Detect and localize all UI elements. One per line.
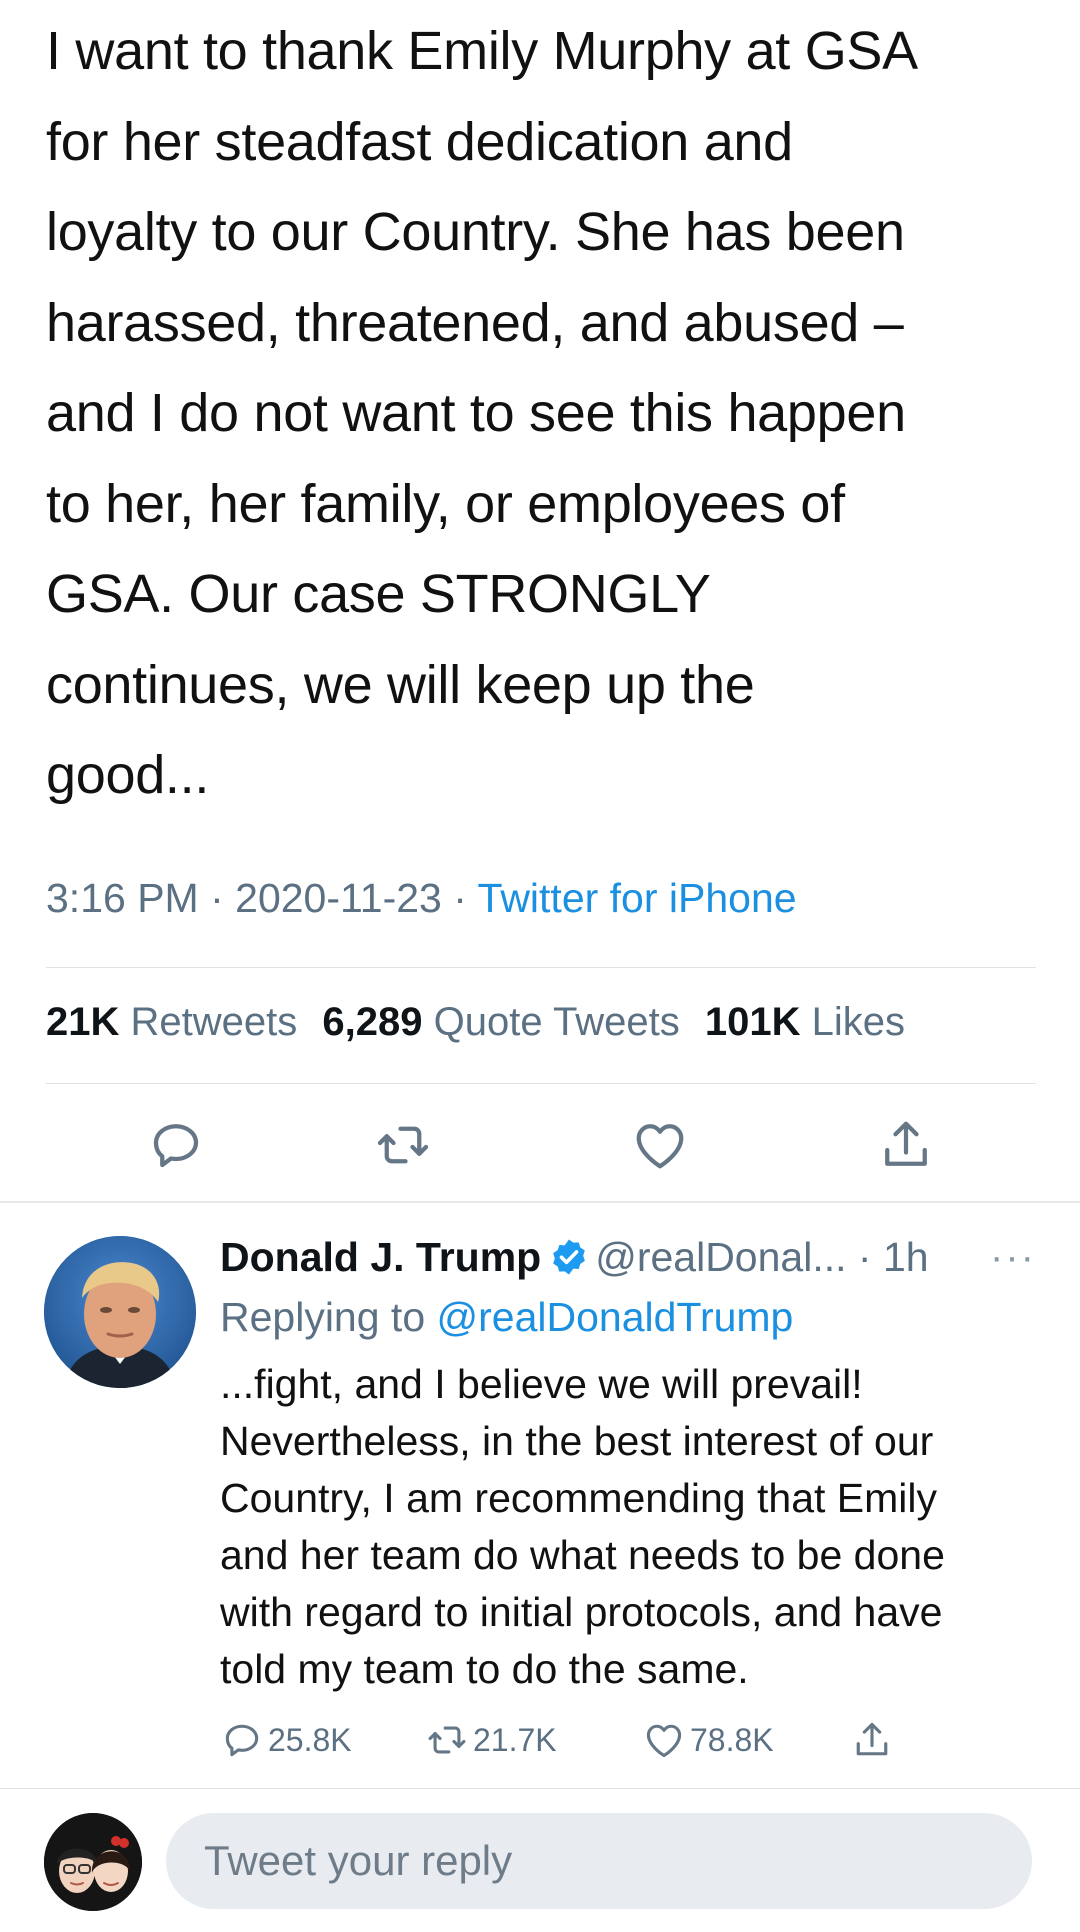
reply-body: Donald J. Trump @realDonal... · 1h ··· Re…: [220, 1228, 1050, 1698]
reply-composer: [0, 1789, 1080, 1932]
likes-count: 101K: [704, 1000, 801, 1044]
quote-tweets-label: Quote Tweets: [433, 1000, 680, 1044]
tweet-text-line: and I do not want to see this happen: [46, 383, 906, 443]
reply-reply-button[interactable]: 25.8K: [220, 1718, 352, 1762]
more-options-icon[interactable]: ···: [990, 1228, 1036, 1286]
replying-prefix: Replying to: [220, 1294, 437, 1340]
share-icon: [885, 1121, 927, 1166]
retweets-count: 21K: [46, 1000, 120, 1044]
tweet-text-line: to her, her family, or employees of: [46, 473, 845, 534]
quote-tweets-count: 6,289: [322, 1000, 423, 1044]
like-count: 78.8K: [690, 1721, 774, 1758]
retweet-button[interactable]: [373, 1115, 433, 1175]
reply-like-button[interactable]: 78.8K: [642, 1718, 774, 1762]
tweet-time[interactable]: 3:16 PM: [46, 875, 199, 921]
tweet-source-link[interactable]: Twitter for iPhone: [478, 875, 797, 921]
quote-tweets-stat[interactable]: 6,289 Quote Tweets: [322, 1000, 679, 1044]
tweet-text-line: continues, we will keep up the: [46, 654, 755, 715]
retweet-count: 21.7K: [473, 1721, 557, 1758]
share-button[interactable]: [876, 1115, 936, 1175]
reply-text-line: with regard to initial protocols, and ha…: [220, 1589, 943, 1635]
tweet-text-line: good...: [46, 745, 210, 805]
tweet-text-line: I want to thank Emily Murphy at GSA: [46, 21, 918, 81]
reply-action-bar: 25.8K 21.7K 78.8K: [220, 1718, 1050, 1768]
like-icon: [636, 1124, 684, 1169]
tweet-text-line: GSA. Our case STRONGLY: [46, 564, 711, 624]
reply-text-line: Country, I am recommending that Emily: [220, 1475, 937, 1521]
reply-button[interactable]: [146, 1115, 206, 1175]
reply-text: ...fight, and I believe we will prevail!…: [220, 1356, 1050, 1698]
like-button[interactable]: [630, 1115, 690, 1175]
reply-icon: [225, 1724, 259, 1757]
tweet-action-bar: [0, 1115, 1080, 1175]
retweets-label: Retweets: [130, 1000, 298, 1044]
likes-label: Likes: [811, 1000, 905, 1044]
reply-icon: [153, 1124, 199, 1168]
time-separator: ·: [846, 1234, 883, 1280]
user-avatar[interactable]: [44, 1813, 142, 1911]
reply-text-line: told my team to do the same.: [220, 1646, 749, 1692]
meta-separator: ·: [441, 875, 478, 921]
replying-handle-link[interactable]: @realDonaldTrump: [437, 1294, 794, 1340]
tweet-text-line: harassed, threatened, and abused –: [46, 292, 904, 353]
divider: [46, 1083, 1036, 1084]
reply-tweet[interactable]: Donald J. Trump @realDonal... · 1h ··· Re…: [0, 1203, 1080, 1788]
author-name[interactable]: Donald J. Trump: [220, 1234, 541, 1280]
tweet-stats: 21K Retweets 6,289 Quote Tweets 101K Lik…: [46, 1000, 919, 1045]
user-avatar-image: [44, 1813, 142, 1911]
tweet-text: I want to thank Emily Murphy at GSA for …: [46, 6, 1046, 821]
retweet-icon: [428, 1726, 466, 1754]
likes-stat[interactable]: 101K Likes: [705, 1000, 905, 1044]
reply-count: 25.8K: [268, 1721, 352, 1758]
replying-to: Replying to @realDonaldTrump: [220, 1286, 1050, 1348]
retweets-stat[interactable]: 21K Retweets: [46, 1000, 297, 1044]
retweet-icon: [377, 1126, 429, 1164]
verified-badge-icon: [549, 1234, 589, 1275]
tweet-text-line: loyalty to our Country. She has been: [46, 202, 905, 262]
reply-text-line: and her team do what needs to be done: [220, 1532, 945, 1578]
tweet-date[interactable]: 2020-11-23: [235, 875, 442, 921]
tweet-text-line: for her steadfast dedication and: [46, 111, 793, 172]
author-handle[interactable]: @realDonal...: [595, 1234, 846, 1280]
reply-input[interactable]: [166, 1813, 1032, 1909]
avatar[interactable]: [44, 1236, 196, 1388]
tweet-metadata: 3:16 PM · 2020-11-23 · Twitter for iPhon…: [46, 875, 797, 922]
reply-text-line: Nevertheless, in the best interest of ou…: [220, 1418, 934, 1464]
meta-separator: ·: [198, 875, 236, 921]
reply-text-line: ...fight, and I believe we will prevail!: [220, 1361, 863, 1407]
like-icon: [646, 1724, 682, 1758]
profile-photo: [44, 1236, 196, 1388]
divider: [46, 967, 1036, 968]
reply-time[interactable]: 1h: [883, 1234, 929, 1280]
share-icon: [856, 1722, 888, 1756]
reply-share-button[interactable]: [850, 1718, 898, 1762]
reply-retweet-button[interactable]: 21.7K: [425, 1718, 557, 1762]
reply-header: Donald J. Trump @realDonal... · 1h ···: [220, 1228, 1050, 1286]
